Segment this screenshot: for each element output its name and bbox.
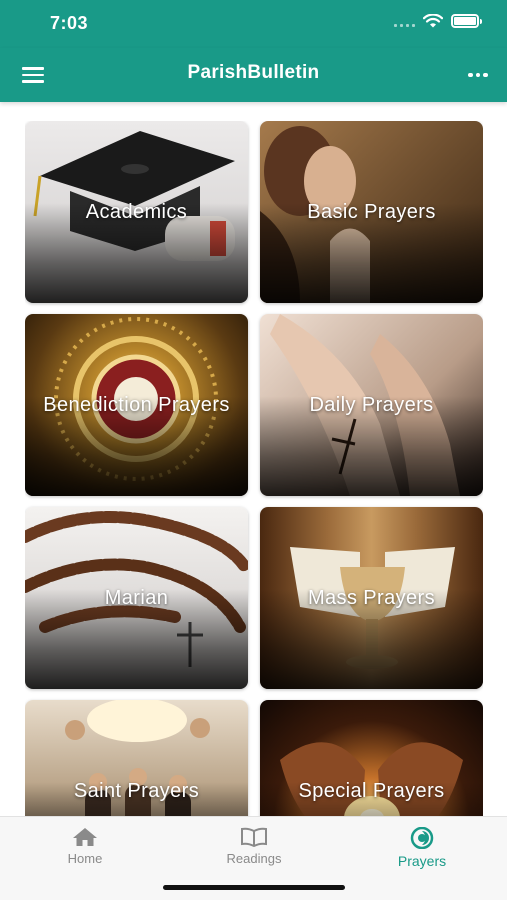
category-tile-basic-prayers[interactable]: Basic Prayers [260, 121, 483, 303]
battery-icon [451, 14, 482, 28]
category-grid: Academics Basic Prayers Benediction Pray… [25, 121, 483, 816]
status-bar: 7:03 [0, 0, 507, 48]
tab-label: Home [67, 851, 103, 866]
tab-home[interactable]: Home [25, 827, 145, 866]
category-tile-marian[interactable]: Marian [25, 507, 248, 689]
status-time: 7:03 [50, 13, 89, 33]
category-tile-mass-prayers[interactable]: Mass Prayers [260, 507, 483, 689]
tab-label: Prayers [397, 853, 447, 869]
home-indicator [163, 885, 345, 890]
tab-label: Readings [226, 851, 282, 866]
tab-readings[interactable]: Readings [194, 827, 314, 866]
status-icons [394, 14, 482, 28]
prayers-icon [410, 827, 434, 849]
app-bar: ParishBulletin [0, 48, 507, 102]
category-tile-daily-prayers[interactable]: Daily Prayers [260, 314, 483, 496]
book-icon [241, 827, 267, 847]
category-label: Special Prayers [298, 779, 445, 802]
category-label: Benediction Prayers [43, 393, 230, 416]
signal-icon [394, 15, 415, 27]
app-title: ParishBulletin [187, 62, 320, 83]
tab-prayers[interactable]: Prayers [362, 827, 482, 869]
category-label: Saint Prayers [73, 779, 200, 802]
category-label: Academics [85, 200, 188, 223]
category-label: Mass Prayers [307, 586, 436, 609]
category-tile-saint-prayers[interactable]: Saint Prayers [25, 700, 248, 816]
category-tile-academics[interactable]: Academics [25, 121, 248, 303]
more-horizontal-icon[interactable] [467, 62, 489, 88]
category-label: Marian [104, 586, 169, 609]
category-label: Daily Prayers [309, 393, 434, 416]
category-tile-benediction-prayers[interactable]: Benediction Prayers [25, 314, 248, 496]
category-tile-special-prayers[interactable]: Special Prayers [260, 700, 483, 816]
category-label: Basic Prayers [307, 200, 436, 223]
home-icon [73, 828, 97, 846]
wifi-icon [423, 14, 443, 28]
